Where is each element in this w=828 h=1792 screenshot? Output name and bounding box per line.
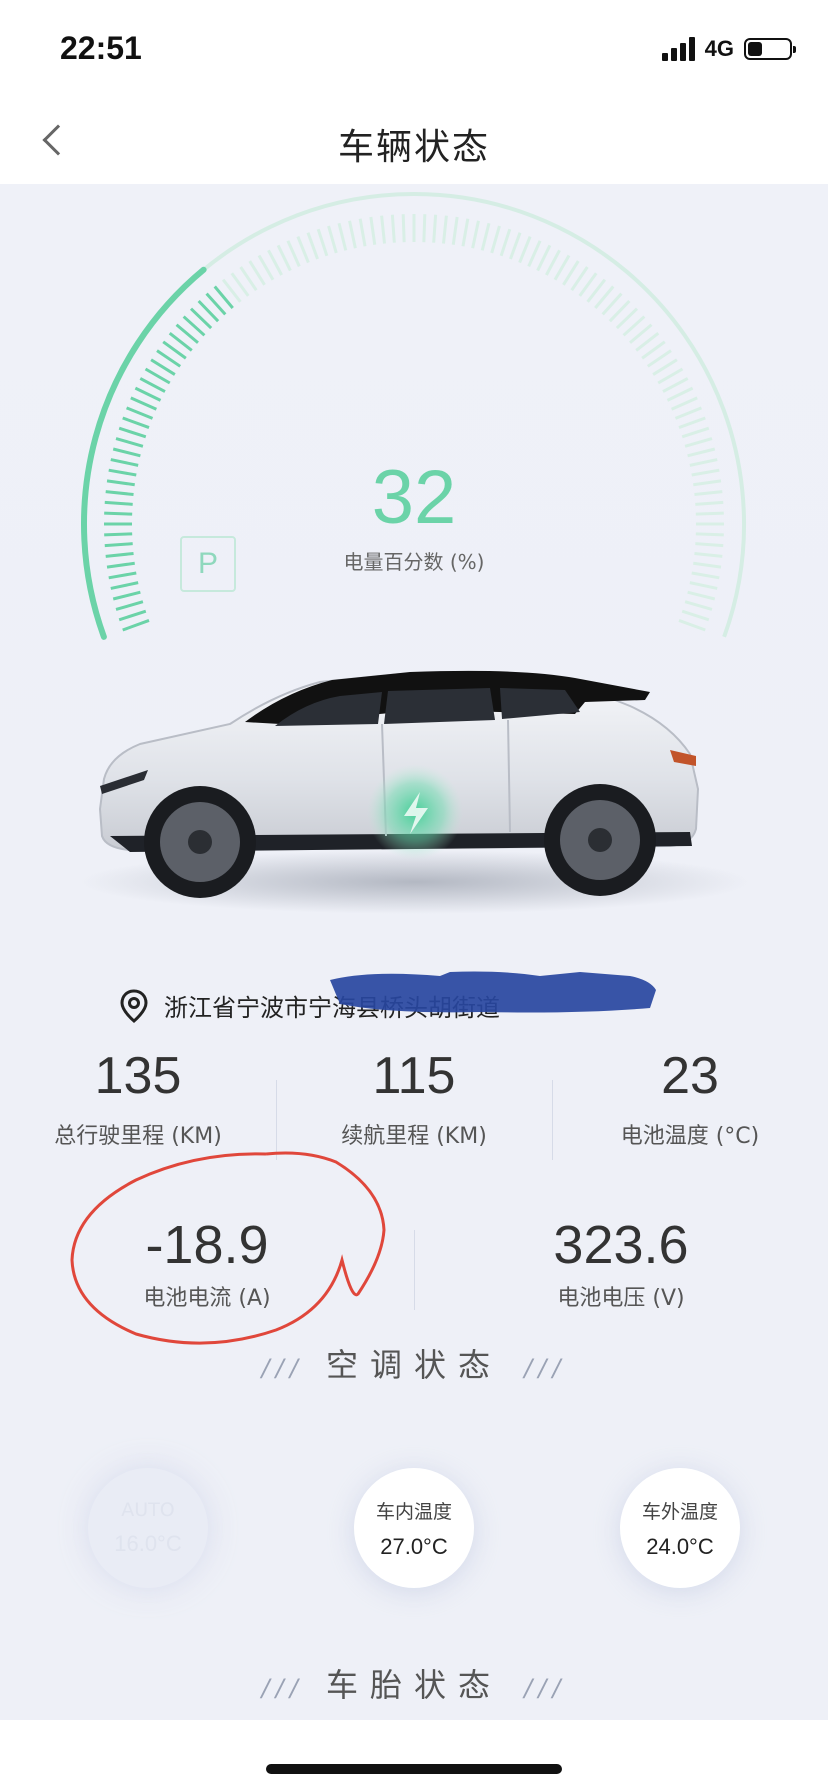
ac-inside-temp: 车内温度 27.0°C [354,1468,474,1588]
stat-battery-voltage: 323.6 电池电压 (V) [414,1214,828,1334]
gauge-tick [134,386,162,402]
location-pin-icon [120,988,148,1023]
stat-label: 续航里程 (KM) [341,1124,487,1149]
ac-label: 车外温度 [641,1500,718,1523]
gauge-tick [337,222,348,251]
battery-fill [748,42,762,56]
ac-outside-temp: 车外温度 24.0°C [620,1468,740,1588]
gauge-tick [369,216,377,245]
gauge-tick [118,426,147,439]
status-time: 22:51 [60,30,142,66]
gauge-tick [390,214,396,243]
gauge-tick [327,225,338,254]
gauge-tick [139,377,166,393]
gauge-tick [461,218,470,247]
car-image [80,670,750,914]
gauge-tick [257,254,275,281]
bottom-area [0,1720,828,1792]
gauge-tick [657,367,684,385]
stat-value: 323.6 [553,1215,689,1275]
ac-value: 16.0°C [114,1531,182,1556]
stat-value: 23 [661,1047,719,1105]
gauge-tick [432,214,438,243]
gauge-tick [527,240,542,267]
ac-value: 24.0°C [646,1533,714,1559]
slashes-right: /// [524,1354,567,1382]
ac-label: AUTO [121,1499,175,1521]
gauge-tick [451,216,459,245]
gauge-tick [380,215,387,244]
status-bar: 22:51 4G [0,0,828,96]
gauge-tick [518,236,532,264]
cellular-signal-icon [661,37,695,61]
nav-bar: 车辆状态 [0,96,828,184]
section-title-tire: /// 车胎状态 /// [0,1660,828,1706]
redaction-scribble [330,971,656,1013]
gauge-tick [422,214,427,243]
battery-percent-label: 电量百分数 (%) [343,550,485,574]
gauge-tick [671,396,698,411]
gauge-tick [553,254,571,281]
ac-label: 车内温度 [375,1500,452,1523]
annotation-circle [70,1151,386,1345]
ac-auto-dial[interactable]: AUTO 16.0°C [88,1468,208,1588]
ac-value: 27.0°C [380,1533,448,1559]
gauge-tick [490,225,501,254]
slashes-right: /// [524,1674,567,1702]
gauge-tick [306,232,319,260]
home-indicator[interactable] [266,1764,562,1774]
gauge-tick [545,249,561,276]
slashes-left: /// [261,1674,304,1702]
gauge-tick [499,228,512,257]
gauge-tick [276,244,292,272]
gauge-tick [509,232,522,260]
gauge-tick [358,218,367,247]
gauge-tick [115,437,144,448]
gauge-tick [674,406,702,420]
gauge-tick [348,220,357,249]
stat-label: 电池电压 (V) [557,1286,685,1311]
gauge-tick [286,240,301,267]
gauge-tick [666,386,694,402]
gauge-tick [401,214,406,243]
stat-label: 电池温度 (°C) [620,1124,760,1149]
gauge-tick [681,426,710,439]
stat-label: 总行驶里程 (KM) [54,1124,222,1149]
gauge-tick [316,228,329,257]
gauge-tick [296,236,310,264]
page-title: 车辆状态 [337,127,490,168]
gauge-tick [684,437,713,448]
ac-row: AUTO 16.0°C 车内温度 27.0°C 车外温度 24.0°C [0,1468,828,1598]
battery-icon [744,38,796,60]
stat-value: 115 [372,1047,456,1105]
gauge-tick [122,416,150,429]
battery-hero: 32 电量百分数 (%) P [0,184,828,944]
section-title-text: 空调状态 [325,1346,502,1384]
section-title-ac: /// 空调状态 /// [0,1340,828,1386]
gauge-tick [267,249,283,276]
gauge-tick [441,215,448,244]
gauge-tick [662,377,689,393]
stat-value: 135 [94,1047,182,1105]
gauge-tick [471,220,480,249]
status-indicators: 4G [661,36,796,62]
battery-percent-value: 32 [371,455,457,540]
stat-battery-temp: 23 电池温度 (°C) [552,1040,828,1170]
gauge-tick [480,222,491,251]
gauge-tick [130,396,157,411]
gauge-tick [144,367,171,385]
gauge-tick [536,244,552,272]
network-type: 4G [704,36,734,61]
gauge-tick [678,416,706,429]
slashes-left: /// [261,1354,304,1382]
gauge-tick [126,406,154,420]
section-title-text: 车胎状态 [325,1666,502,1704]
